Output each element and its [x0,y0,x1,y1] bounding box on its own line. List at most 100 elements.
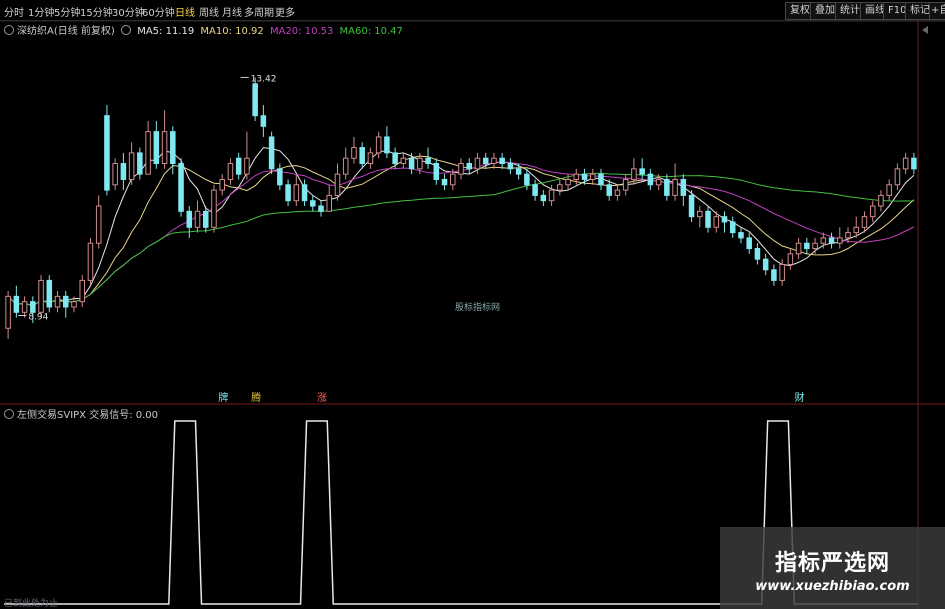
candle-body [557,184,563,191]
candle-body [771,269,777,281]
candle-body [244,157,250,175]
candle-body [458,163,464,175]
candle-body [804,242,810,250]
candle-body [466,163,472,170]
watermark-url: www.xuezhibiao.com [755,579,910,594]
candle-body [161,131,168,165]
candle-body [375,136,382,154]
candle-body [441,178,448,186]
ma20-label: MA20: 10.53 [269,26,334,37]
candle-body [46,279,53,308]
candle-body [186,210,193,228]
candle-body [359,147,365,165]
candle-body [145,131,151,175]
scroll-right-icon [922,26,928,34]
sub-legend: 左侧交易SVIPX 交易信号: 0.00 [4,406,158,421]
candle-body [137,152,143,175]
ma10-label: MA10: 10.92 [200,26,264,37]
candle-body [845,232,851,239]
candle-body [721,216,728,223]
candle-body [837,237,843,244]
candle-body [219,178,225,191]
candle-body [30,301,36,313]
candle-body [828,237,835,244]
candle-body [540,194,547,202]
candle-body [787,253,794,265]
candle-body [268,136,275,170]
candle-body [79,279,85,303]
candle-body [622,178,629,191]
candle-body [285,184,291,202]
signal-tag: 牌 [218,391,228,404]
candle-body [277,168,283,186]
candle-body [598,173,604,186]
gear-icon[interactable] [121,25,132,35]
signal-tag: 涨 [317,392,327,404]
candle-body [861,216,868,228]
candle-body [573,173,580,180]
candle-body [713,216,720,228]
candle-body [87,242,94,281]
candle-body [911,157,917,170]
candle-body [153,131,160,165]
indicator-label: 左侧交易SVIPX 交易信号: 0.00 [17,410,159,421]
candle-body [235,157,242,175]
candle-body [886,184,892,196]
candle-body [631,168,637,180]
candle-body [548,189,555,202]
candle-body [532,184,538,196]
candle-body [820,237,827,244]
candle-body [194,210,201,228]
site-watermark: 指标严选网 www.xuezhibiao.com [720,527,945,609]
candle-body [524,173,530,186]
candle-body [392,152,398,165]
candle-body [211,189,217,228]
signal-tag: 腾 [251,391,261,404]
candle-body [606,184,612,196]
stock-name: 深纺织A(日线 前复权) [17,26,115,37]
candle-body [614,189,621,196]
candle-body [499,157,505,165]
candle-body [902,157,909,170]
candle-body [400,157,407,165]
candle-body [450,173,456,186]
candle-body [21,301,28,313]
candle-body [565,178,571,186]
candle-body [38,279,44,313]
candle-body [260,115,267,127]
candle-body [202,210,209,228]
center-watermark: 股标指标网 [455,303,501,313]
candle-body [680,178,687,196]
candle-body [738,232,744,239]
candle-body [515,168,522,175]
candle-body [705,210,711,228]
candle-body [301,184,308,202]
candle-body [120,163,127,180]
candle-body [746,237,752,250]
candle-body [812,242,818,250]
candle-body [491,157,497,165]
candle-body [853,226,860,234]
candle-body [252,83,258,117]
candle-body [762,258,769,271]
settings-icon[interactable] [4,25,14,35]
candle-body [293,184,300,202]
candle-body [408,157,415,170]
candle-body [869,205,876,218]
candle-body [318,205,324,212]
ma60-line [7,172,914,307]
candle-body [779,263,785,281]
candle-body [647,173,654,186]
candle-body [664,178,670,196]
candle-body [178,163,184,212]
main-legend: 深纺织A(日线 前复权) MA5: 11.19 MA10: 10.92 MA20… [4,22,406,37]
annotation-label: 8.94 [28,312,48,322]
indicator-settings-icon[interactable] [4,409,14,419]
candle-body [672,178,678,196]
candle-body [104,115,110,191]
candle-body [71,301,77,308]
candle-body [507,163,514,170]
candle-body [697,210,703,218]
candle-body [128,152,135,180]
candle-body [227,163,234,180]
